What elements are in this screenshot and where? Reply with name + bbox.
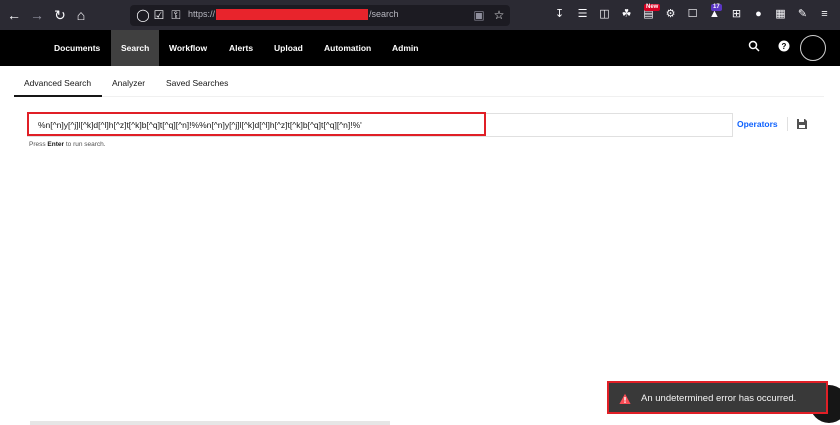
operators-link[interactable]: Operators [737,119,778,129]
toast-message: An undetermined error has occurred. [641,393,797,404]
hint-suffix: to run search. [64,141,106,148]
count-badge: 17 [711,4,722,11]
browser-toolbar: ← → ↻ ⌂ ◯ ☑ ⚿ https:///search ▣ ☆ ↧ ☰ ◫ … [0,0,840,30]
save-icon[interactable] [796,117,810,131]
url-bar[interactable]: ◯ ☑ ⚿ https:// /search ▣ ☆ [130,5,510,26]
svg-text:?: ? [782,42,787,51]
hint-key: Enter [47,141,65,148]
redacted-host [216,9,369,21]
extension-settings-icon[interactable]: ⚙ [663,7,678,22]
nav-automation[interactable]: Automation [314,30,381,66]
downloads-icon[interactable]: ↧ [552,7,567,22]
bookmark-star-icon[interactable]: ☆ [492,8,506,22]
nav-documents[interactable]: Documents [44,30,110,66]
new-badge: New [644,4,661,11]
nav-workflow[interactable]: Workflow [159,30,217,66]
reload-icon[interactable]: ↻ [52,7,68,23]
home-icon[interactable]: ⌂ [73,7,89,23]
search-icon[interactable] [746,40,762,56]
page-action-icon[interactable]: ▣ [472,8,486,22]
sidebar-icon[interactable]: ◫ [597,7,612,22]
shield-icon[interactable]: ◯ [136,8,150,22]
search-highlight-box [27,112,486,136]
extensions-puzzle-icon[interactable]: ✎ [795,7,810,22]
url-suffix: /search [369,9,399,19]
user-avatar[interactable] [800,35,826,61]
toolbar-divider [787,117,788,131]
back-icon[interactable]: ← [6,7,22,23]
tab-analyzer[interactable]: Analyzer [112,70,145,97]
menu-icon[interactable]: ≡ [817,7,832,22]
nav-admin[interactable]: Admin [382,30,428,66]
hint-prefix: Press [29,141,48,148]
tab-saved-searches[interactable]: Saved Searches [166,70,228,97]
forward-icon[interactable]: → [29,7,45,23]
nav-search[interactable]: Search [111,30,160,66]
help-icon[interactable]: ? [776,40,792,56]
nav-alerts[interactable]: Alerts [219,30,263,66]
lock-icon[interactable]: ☑ [152,8,166,22]
url-text[interactable]: https:// /search [188,9,399,21]
translate-icon[interactable]: ▦ [773,7,788,22]
extension-q-icon[interactable]: ☐ [685,7,700,22]
tab-advanced-search[interactable]: Advanced Search [14,70,102,97]
search-hint: Press Enter to run search. [29,141,106,148]
scroll-shadow [30,421,390,425]
key-icon[interactable]: ⚿ [169,8,183,22]
library-icon[interactable]: ☰ [575,7,590,22]
warning-icon [619,392,631,404]
url-prefix: https:// [188,9,216,19]
app-header: Documents Search Workflow Alerts Upload … [0,30,840,66]
extension-icon[interactable]: ☘ [619,7,634,22]
error-toast: An undetermined error has occurred. [607,381,828,414]
nav-upload[interactable]: Upload [264,30,313,66]
extension-plus-icon[interactable]: ⊞ [729,7,744,22]
extension-globe-icon[interactable]: ● [751,7,766,22]
